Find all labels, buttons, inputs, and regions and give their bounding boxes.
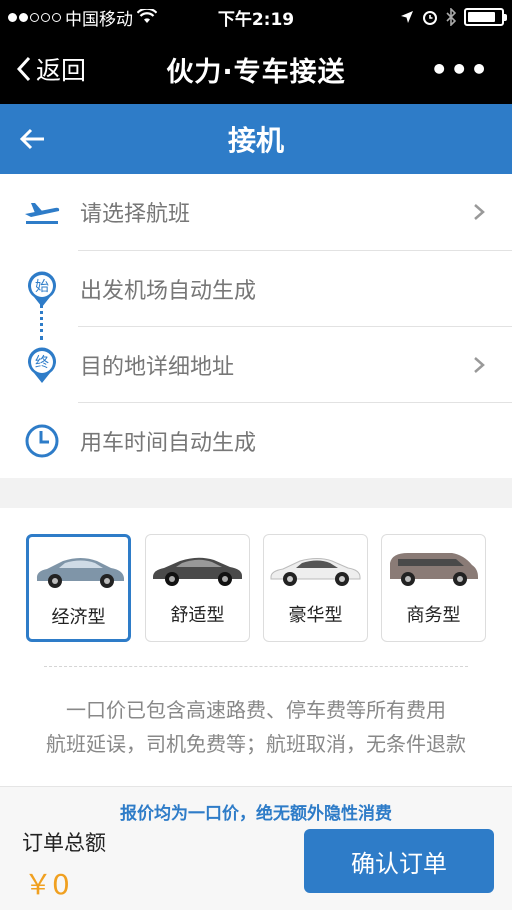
carrier-name: 中国移动: [65, 9, 133, 30]
car-type-label: 豪华型: [288, 605, 343, 626]
flight-select-row[interactable]: 请选择航班: [0, 174, 512, 250]
back-button[interactable]: 返回: [0, 51, 130, 87]
more-menu-button[interactable]: •••: [382, 53, 512, 86]
wifi-icon: [137, 9, 157, 23]
refund-note: 航班延误，司机免费等；航班取消，无条件退款: [46, 732, 466, 756]
pickup-time-label: 用车时间自动生成: [80, 431, 257, 456]
battery-icon: [464, 8, 507, 26]
end-marker-text: 终: [35, 355, 49, 371]
back-arrow-icon[interactable]: [18, 124, 48, 154]
start-marker-icon: 始: [28, 271, 56, 307]
nav-bar: 返回 伙力·专车接送 •••: [0, 34, 512, 104]
signal-strength-icon: [8, 12, 61, 22]
price-note: 一口价已包含高速路费、停车费等所有费用: [66, 698, 446, 722]
business-van-icon: [390, 553, 478, 586]
destination-label: 目的地详细地址: [80, 355, 235, 380]
car-type-label: 商务型: [406, 605, 461, 626]
car-type-label: 舒适型: [170, 605, 225, 626]
promo-text: 报价均为一口价，绝无额外隐性消费: [120, 804, 392, 824]
page-header: 接机: [0, 104, 512, 174]
divider: [44, 666, 468, 667]
bluetooth-icon: [446, 8, 456, 26]
flight-select-label: 请选择航班: [80, 202, 191, 227]
departure-airport-row: 始 出发机场自动生成: [0, 251, 512, 327]
car-type-comfort[interactable]: 舒适型: [145, 534, 250, 642]
comfort-car-icon: [153, 557, 242, 586]
order-footer: 报价均为一口价，绝无额外隐性消费 订单总额 ￥0 确认订单: [0, 786, 512, 910]
app-title: 伙力·专车接送: [166, 56, 346, 88]
destination-row[interactable]: 终 目的地详细地址: [0, 327, 512, 403]
car-type-economy[interactable]: 经济型: [26, 534, 131, 642]
economy-car-icon: [36, 558, 124, 588]
start-marker-text: 始: [35, 279, 49, 295]
status-bar: 中国移动 下午2:19: [0, 0, 512, 34]
confirm-order-button[interactable]: 确认订单: [304, 829, 494, 893]
order-total-label: 订单总额: [22, 831, 106, 855]
clock-icon: [25, 424, 59, 458]
location-arrow-icon: [401, 11, 413, 23]
car-type-label: 经济型: [51, 607, 106, 628]
car-type-business[interactable]: 商务型: [381, 534, 486, 642]
pickup-time-row: 用车时间自动生成: [0, 403, 512, 479]
luxury-car-icon: [270, 558, 361, 586]
end-marker-icon: 终: [28, 347, 56, 383]
alarm-icon: [423, 11, 437, 25]
order-total-value: ￥0: [24, 868, 70, 901]
chevron-left-icon: [16, 56, 31, 82]
car-type-section: 经济型 舒适型 豪华型 商务型 一口价已包含高速路费、停车费等所有费用 航班延误…: [0, 508, 512, 786]
chevron-right-icon: [474, 357, 485, 373]
departure-airport-label: 出发机场自动生成: [80, 279, 257, 304]
trip-form: 请选择航班 始 出发机场自动生成 终 目的地详细地址 用车时间自动生成: [0, 174, 512, 478]
car-type-luxury[interactable]: 豪华型: [263, 534, 368, 642]
page-title: 接机: [227, 124, 284, 157]
plane-icon: [25, 203, 60, 224]
back-label: 返回: [36, 56, 87, 85]
chevron-right-icon: [474, 204, 485, 220]
